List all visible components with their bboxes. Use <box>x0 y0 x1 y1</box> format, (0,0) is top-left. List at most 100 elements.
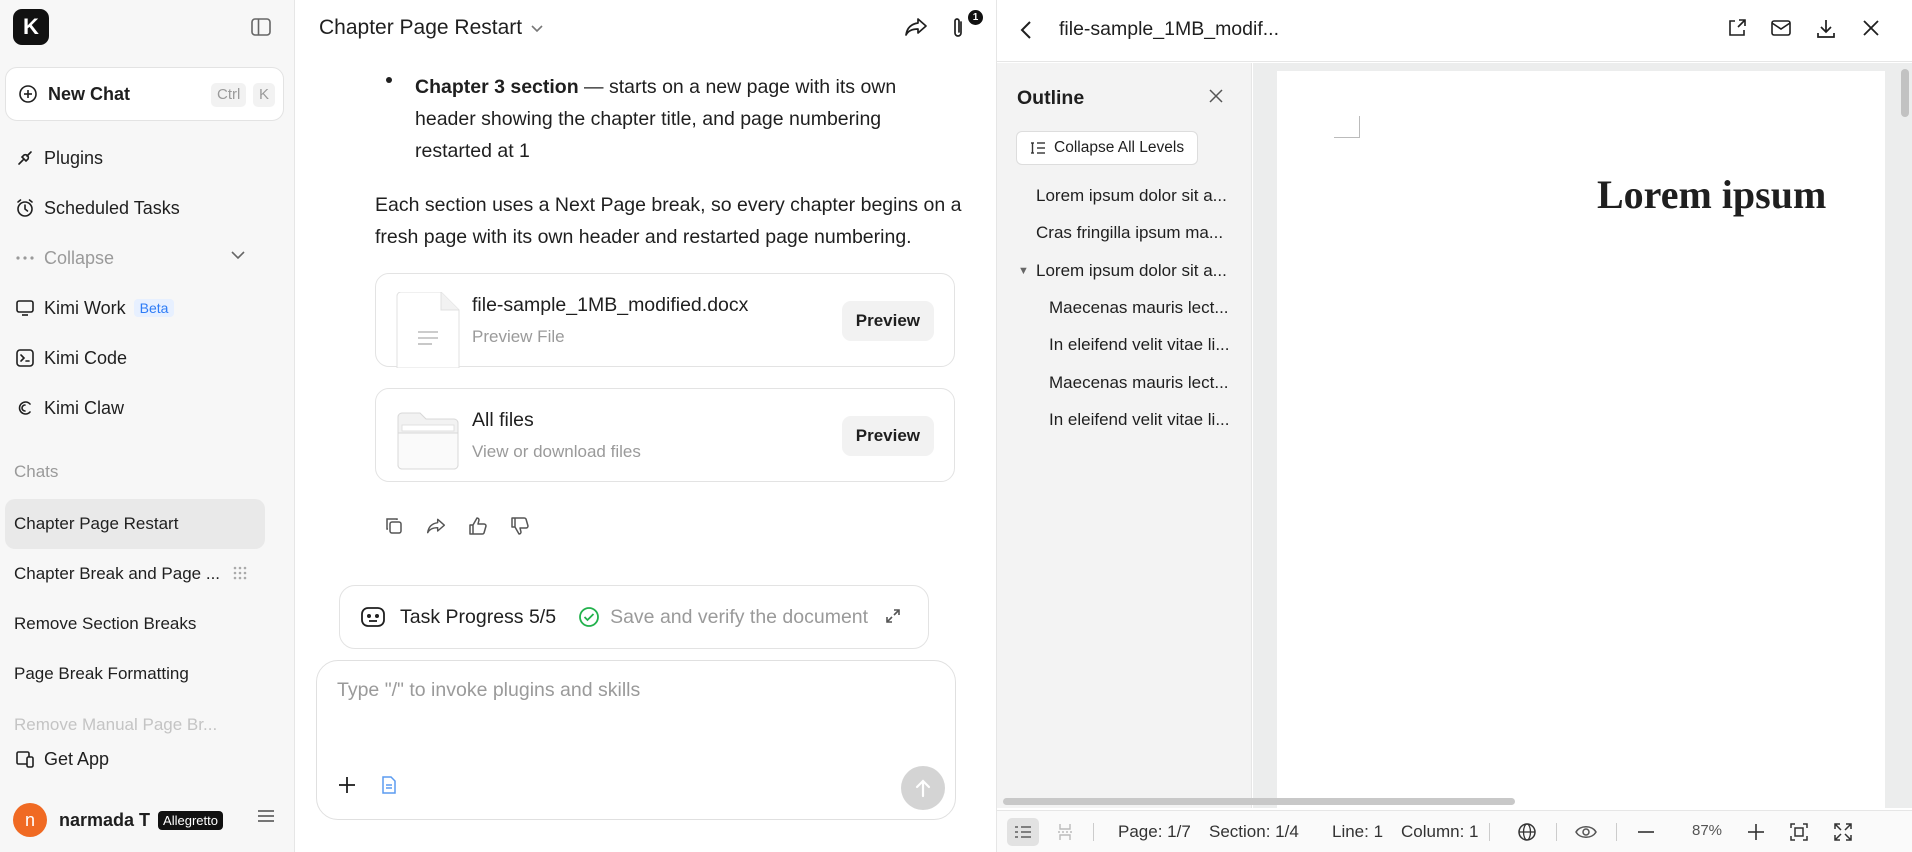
drag-handle-icon[interactable] <box>233 566 247 580</box>
file-card-all-files[interactable]: All files View or download files Preview <box>375 388 955 482</box>
document-page: Lorem ipsum <box>1277 71 1885 808</box>
copy-icon[interactable] <box>384 516 404 536</box>
chat-item[interactable]: Page Break Formatting <box>5 649 265 699</box>
new-chat-label: New Chat <box>48 83 131 104</box>
tree-collapse-icon <box>1030 140 1046 156</box>
message-composer <box>316 660 956 820</box>
chat-item-label: Remove Section Breaks <box>14 614 197 633</box>
chat-item[interactable]: Remove Section Breaks <box>5 599 265 649</box>
chat-item-label: Page Break Formatting <box>14 664 189 683</box>
sidebar-item-label: Collapse <box>44 247 115 268</box>
send-button[interactable] <box>901 766 945 810</box>
plus-icon[interactable] <box>337 775 357 795</box>
outline-item[interactable]: Maecenas mauris lect... <box>1049 298 1229 318</box>
document-icon[interactable] <box>381 775 397 795</box>
close-icon[interactable] <box>1208 88 1224 104</box>
page-break-icon[interactable] <box>1049 818 1081 846</box>
horizontal-scrollbar[interactable] <box>1003 798 1515 805</box>
thumbs-down-icon[interactable] <box>510 516 530 536</box>
fit-page-icon[interactable] <box>1783 818 1815 846</box>
plan-badge: Allegretto <box>158 810 223 830</box>
file-subtitle: View or download files <box>472 442 641 461</box>
avatar[interactable]: n <box>13 803 47 837</box>
chat-item-label: Chapter Break and Page ... <box>14 564 221 583</box>
chat-item-label: Remove Manual Page Br... <box>14 715 218 734</box>
task-progress-bar[interactable]: Task Progress 5/5 Save and verify the do… <box>339 585 929 649</box>
folder-icon <box>396 407 460 483</box>
paperclip-icon[interactable] <box>950 16 966 40</box>
message-input[interactable] <box>337 679 897 702</box>
chat-area: Chapter Page Restart 1 Chapter 3 section… <box>296 0 996 852</box>
new-chat-button[interactable]: New Chat Ctrl K <box>5 67 284 121</box>
preview-button[interactable]: Preview <box>841 416 934 456</box>
task-step-label: Save and verify the document <box>610 605 869 628</box>
chat-item[interactable]: Chapter Page Restart <box>5 499 265 549</box>
get-app-label: Get App <box>44 748 110 769</box>
preview-button[interactable]: Preview <box>841 301 934 341</box>
expand-icon[interactable] <box>884 607 902 625</box>
file-name: All files <box>472 409 534 431</box>
section-indicator: Section: 1/4 <box>1209 822 1299 841</box>
get-app-button[interactable]: Get App <box>14 744 109 774</box>
chat-item[interactable]: Chapter Break and Page ... <box>5 549 265 599</box>
collapse-all-levels-button[interactable]: Collapse All Levels <box>1016 131 1199 165</box>
outline-item[interactable]: Lorem ipsum dolor sit a... <box>1036 186 1227 206</box>
open-external-icon[interactable] <box>1727 18 1747 38</box>
sidebar-item-kimi-work[interactable]: Kimi Work Beta <box>14 293 175 323</box>
chats-heading: Chats <box>14 462 59 481</box>
globe-icon[interactable] <box>1511 818 1543 846</box>
margin-marker <box>1334 116 1360 138</box>
fullscreen-icon[interactable] <box>1827 818 1859 846</box>
back-arrow-icon[interactable] <box>1019 19 1033 41</box>
vertical-scrollbar[interactable] <box>1901 69 1909 117</box>
preview-filename: file-sample_1MB_modif... <box>1059 18 1280 40</box>
kimi-logo[interactable]: K <box>13 9 49 45</box>
sidebar-toggle-icon[interactable] <box>248 14 274 40</box>
thumbs-up-icon[interactable] <box>468 516 488 536</box>
file-preview-panel: file-sample_1MB_modif... Outline Collaps… <box>996 0 1912 852</box>
eye-icon[interactable] <box>1570 818 1602 846</box>
download-icon[interactable] <box>1815 18 1837 40</box>
outline-item[interactable]: In eleifend velit vitae li... <box>1049 335 1229 355</box>
sidebar-item-collapse[interactable]: Collapse <box>14 243 254 273</box>
zoom-out-icon[interactable] <box>1630 818 1662 846</box>
status-bar: Page: 1/7 Section: 1/4 Line: 1 Column: 1… <box>997 810 1912 852</box>
mail-icon[interactable] <box>1770 18 1792 38</box>
sidebar-item-label: Kimi Work <box>44 297 126 318</box>
close-icon[interactable] <box>1861 18 1881 38</box>
document-viewport[interactable]: Lorem ipsum <box>1253 63 1912 808</box>
share-icon[interactable] <box>904 16 928 38</box>
chevron-down-icon <box>230 250 246 260</box>
beta-badge: Beta <box>133 299 175 317</box>
robot-icon <box>360 605 386 629</box>
message-actions <box>384 516 530 536</box>
line-indicator: Line: 1 <box>1332 822 1384 841</box>
outline-toggle-icon[interactable] <box>1007 818 1039 846</box>
terminal-icon <box>14 347 36 369</box>
zoom-in-icon[interactable] <box>1740 818 1772 846</box>
sidebar-item-label: Kimi Claw <box>44 397 125 418</box>
divider <box>1093 823 1094 841</box>
summary-text: Each section uses a Next Page break, so … <box>375 194 962 248</box>
user-profile[interactable]: n narmada T Allegretto <box>13 803 283 837</box>
column-indicator: Column: 1 <box>1401 822 1479 841</box>
alarm-clock-icon <box>14 197 36 219</box>
sidebar-item-label: Plugins <box>44 147 104 168</box>
sidebar-item-label: Kimi Code <box>44 347 128 368</box>
outline-item[interactable]: Maecenas mauris lect... <box>1049 373 1229 393</box>
sidebar-item-kimi-claw[interactable]: Kimi Claw <box>14 393 124 423</box>
sidebar-item-kimi-code[interactable]: Kimi Code <box>14 343 127 373</box>
outline-item[interactable]: Lorem ipsum dolor sit a... <box>1036 261 1227 281</box>
sidebar-item-plugins[interactable]: Plugins <box>14 143 103 173</box>
sidebar-item-scheduled-tasks[interactable]: Scheduled Tasks <box>14 193 180 223</box>
chat-item[interactable]: Remove Manual Page Br... <box>5 711 265 737</box>
outline-item[interactable]: Cras fringilla ipsum ma... <box>1036 223 1223 243</box>
chat-title-menu[interactable]: Chapter Page Restart <box>319 16 544 40</box>
file-card-docx[interactable]: file-sample_1MB_modified.docx Preview Fi… <box>375 273 955 368</box>
chapter3-bold: Chapter 3 section <box>415 76 579 98</box>
document-heading: Lorem ipsum <box>1597 172 1827 217</box>
expand-triangle-icon[interactable]: ▼ <box>1018 265 1029 277</box>
outline-item[interactable]: In eleifend velit vitae li... <box>1049 410 1229 430</box>
menu-icon[interactable] <box>257 808 275 824</box>
share-icon[interactable] <box>426 516 446 536</box>
